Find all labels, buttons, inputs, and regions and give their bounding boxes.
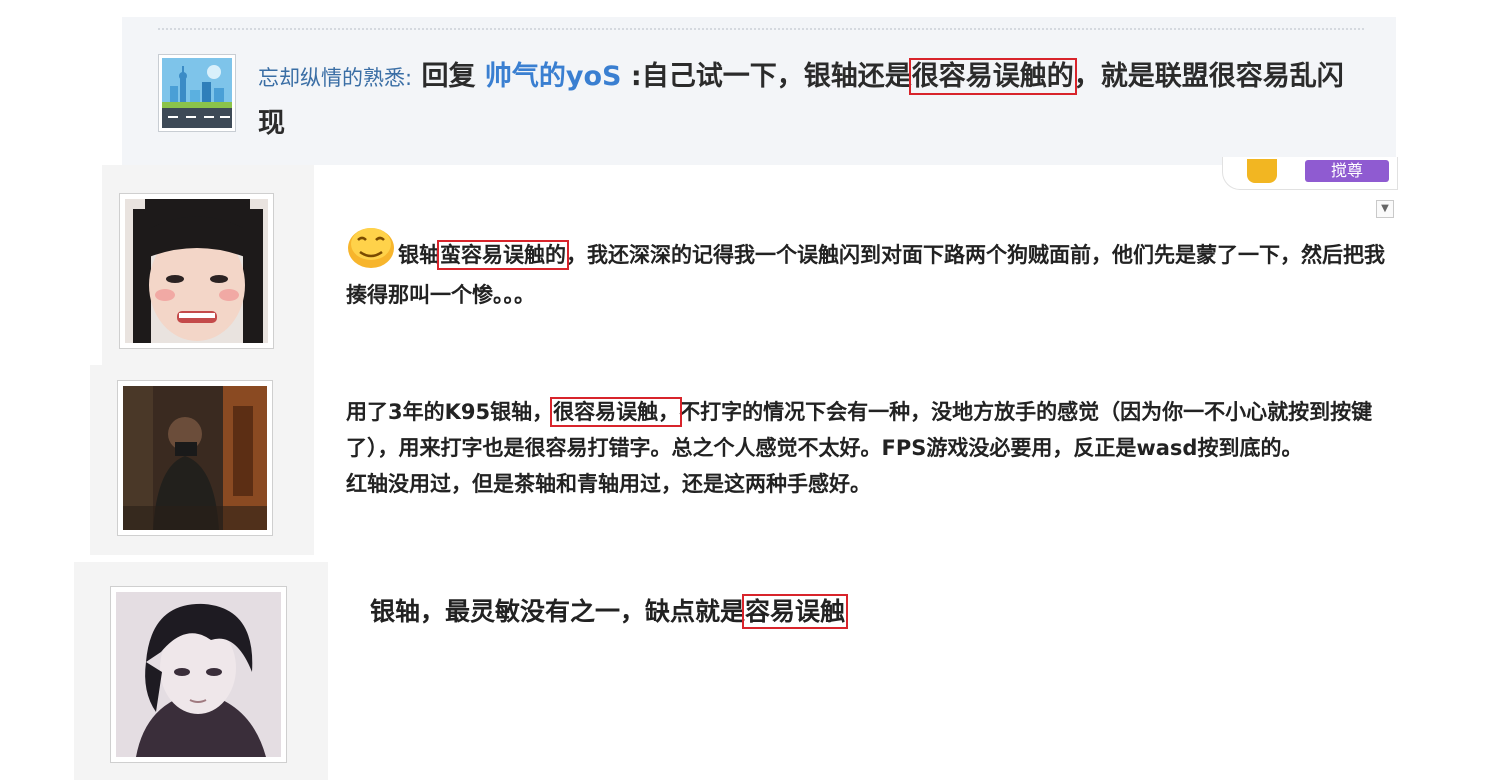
reply-panel: 忘却纵情的熟悉: 回复 帅气的yoS :自己试一下，银轴还是很容易误触的，就是联… xyxy=(122,17,1396,165)
reply-target-user[interactable]: 帅气的yoS xyxy=(485,61,622,92)
dotted-divider xyxy=(158,28,1364,30)
dropdown-toggle-icon[interactable]: ▼ xyxy=(1376,200,1394,218)
reply-highlight: 很容易误触的 xyxy=(908,58,1077,95)
smiley-icon xyxy=(346,226,396,270)
comment-2-avatar[interactable] xyxy=(117,380,273,536)
reply-text: 忘却纵情的熟悉: 回复 帅气的yoS :自己试一下，银轴还是很容易误触的，就是联… xyxy=(258,54,1368,147)
badge-area: 搅尊 xyxy=(1222,157,1398,190)
comment-1-highlight: 蛮容易误触的 xyxy=(437,240,569,270)
comment-3-lead: 银轴，最灵敏没有之一，缺点就是 xyxy=(370,597,746,626)
comment-1-text: 银轴蛮容易误触的，我还深深的记得我一个误触闪到对面下路两个狗贼面前，他们先是蒙了… xyxy=(346,226,1386,315)
anime-boy-avatar-image xyxy=(116,592,281,757)
comment-1-lead: 银轴 xyxy=(398,243,440,267)
comment-1-avatar[interactable] xyxy=(119,193,274,349)
comment-2-highlight: 很容易误触， xyxy=(550,397,683,427)
reply-tag: 回复 xyxy=(421,61,476,92)
comment-2-line2: 红轴没用过，但是茶轴和青轴用过，还是这两种手感好。 xyxy=(346,472,871,496)
comment-2-text: 用了3年的K95银轴，很容易误触，不打字的情况下会有一种，没地方放手的感觉（因为… xyxy=(346,394,1386,502)
girl-avatar-image xyxy=(125,199,268,343)
crown-badge-icon[interactable] xyxy=(1247,159,1277,183)
comment-3-text: 银轴，最灵敏没有之一，缺点就是容易误触 xyxy=(370,592,1410,632)
comment-3-avatar[interactable] xyxy=(110,586,287,763)
purple-badge[interactable]: 搅尊 xyxy=(1305,160,1389,182)
person-mirror-avatar-image xyxy=(123,386,267,530)
city-skyline-avatar-image xyxy=(162,58,232,128)
reply-text-before: :自己试一下，银轴还是 xyxy=(630,61,912,92)
comment-3-highlight: 容易误触 xyxy=(742,594,849,629)
reply-avatar[interactable] xyxy=(158,54,236,132)
comment-2-lead: 用了3年的K95银轴， xyxy=(346,400,554,424)
reply-username[interactable]: 忘却纵情的熟悉: xyxy=(258,66,412,90)
